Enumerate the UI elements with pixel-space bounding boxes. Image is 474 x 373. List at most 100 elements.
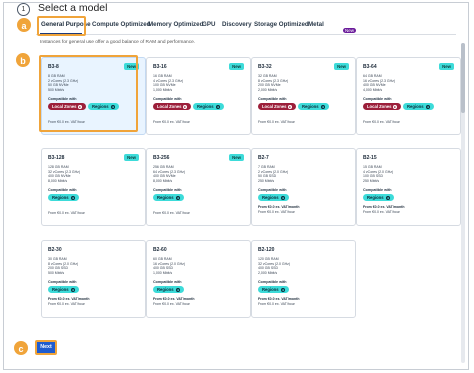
regions-tag[interactable]: Regions? xyxy=(258,286,289,293)
tab-memory-optimized[interactable]: Memory Optimized xyxy=(148,21,203,28)
model-name: B2-30 xyxy=(48,247,62,253)
local-zones-tag[interactable]: Local Zones? xyxy=(363,103,402,110)
model-name: B3-256 xyxy=(153,155,170,161)
model-card-b2-15[interactable]: B2-15 15 GB RAM 4 vCores (2.0 GHz) 100 GB S… xyxy=(356,148,461,226)
compatible-with-label: Compatible with xyxy=(258,188,287,192)
spec-line: 4,000 Mbit/s xyxy=(363,87,383,92)
model-name: B2-7 xyxy=(258,155,269,161)
regions-tag-label: Regions xyxy=(157,195,174,200)
model-price-hourly: From €0.0 ex. VAT/hour xyxy=(258,302,295,306)
model-price: From €0.0 ex. VAT/hour xyxy=(153,211,190,215)
new-badge: New xyxy=(124,154,139,161)
regions-tag-label: Regions xyxy=(367,195,384,200)
model-specs: 64 GB RAM 16 vCores (2.3 GHz) 400 GB NVMe 4… xyxy=(363,74,395,92)
model-name: B3-32 xyxy=(258,64,272,70)
model-card-b3-64[interactable]: B3-64 New 64 GB RAM 16 vCores (2.3 GHz) 400 … xyxy=(356,57,461,135)
help-icon[interactable]: ? xyxy=(175,195,180,200)
model-price-hourly: From €0.0 ex. VAT/hour xyxy=(363,210,400,214)
regions-tag-label: Regions xyxy=(52,195,69,200)
regions-tag[interactable]: Regions? xyxy=(193,103,224,110)
regions-tag-label: Regions xyxy=(262,195,279,200)
help-icon[interactable]: ? xyxy=(393,104,398,109)
local-zones-tag[interactable]: Local Zones? xyxy=(153,103,192,110)
spec-line: 8,000 Mbit/s xyxy=(153,178,173,183)
tab-metal[interactable]: Metal xyxy=(308,21,324,28)
local-zones-tag[interactable]: Local Zones? xyxy=(258,103,297,110)
page-title: Select a model xyxy=(38,2,108,14)
help-icon[interactable]: ? xyxy=(280,287,285,292)
next-button[interactable]: Next xyxy=(37,342,55,353)
model-card-b3-128[interactable]: B3-128 New 128 GB RAM 32 vCores (2.3 GHz) 40… xyxy=(41,148,146,226)
regions-tag-label: Regions xyxy=(262,287,279,292)
compatible-with-label: Compatible with xyxy=(363,188,392,192)
regions-tag[interactable]: Regions? xyxy=(403,103,434,110)
compatible-with-label: Compatible with xyxy=(153,97,182,101)
model-card-b3-16[interactable]: B3-16 New 16 GB RAM 4 vCores (2.3 GHz) 100 G… xyxy=(146,57,251,135)
scrollbar-thumb[interactable] xyxy=(461,43,465,113)
spec-line: 250 Mbit/s xyxy=(363,178,380,183)
spec-line: 1,000 Mbit/s xyxy=(153,87,173,92)
help-icon[interactable]: ? xyxy=(320,104,325,109)
new-badge: New xyxy=(229,154,244,161)
help-icon[interactable]: ? xyxy=(425,104,430,109)
tab-storage-optimized[interactable]: Storage Optimized xyxy=(254,21,309,28)
model-specs: 7 GB RAM 2 vCores (2.0 GHz) 50 GB SSD 250 M… xyxy=(258,165,288,183)
model-price-hourly: From €0.0 ex. VAT/hour xyxy=(258,210,295,214)
tab-gpu[interactable]: GPU xyxy=(202,21,215,28)
model-price: From €0.0 ex. VAT/hour xyxy=(153,120,190,124)
model-price: From €0.0 ex. VAT/month xyxy=(258,297,300,301)
regions-tag[interactable]: Regions? xyxy=(48,286,79,293)
model-name: B2-15 xyxy=(363,155,377,161)
regions-tag-label: Regions xyxy=(52,287,69,292)
regions-tag[interactable]: Regions? xyxy=(153,194,184,201)
help-icon[interactable]: ? xyxy=(70,195,75,200)
model-card-b2-60[interactable]: B2-60 60 GB RAM 16 vCores (2.0 GHz) 400 GB … xyxy=(146,240,251,318)
regions-tag[interactable]: Regions? xyxy=(48,194,79,201)
regions-tag[interactable]: Regions? xyxy=(298,103,329,110)
model-price: From €0.0 ex. VAT/month xyxy=(258,205,300,209)
model-specs: 256 GB RAM 64 vCores (2.3 GHz) 400 GB NVMe… xyxy=(153,165,185,183)
help-icon[interactable]: ? xyxy=(385,195,390,200)
spec-line: 1,000 Mbit/s xyxy=(153,270,173,275)
regions-tag[interactable]: Regions? xyxy=(258,194,289,201)
help-icon[interactable]: ? xyxy=(175,287,180,292)
callout-b: b xyxy=(15,52,31,68)
model-name: B3-16 xyxy=(153,64,167,70)
model-price: From €0.0 ex. VAT/hour xyxy=(363,120,400,124)
compatible-with-label: Compatible with xyxy=(258,280,287,284)
local-zones-tag-label: Local Zones xyxy=(367,104,392,109)
tab-compute-optimized[interactable]: Compute Optimized xyxy=(92,21,150,28)
regions-tag-label: Regions xyxy=(157,287,174,292)
model-card-b3-256[interactable]: B3-256 New 256 GB RAM 64 vCores (2.3 GHz) 40… xyxy=(146,148,251,226)
help-icon[interactable]: ? xyxy=(280,195,285,200)
regions-tag[interactable]: Regions? xyxy=(153,286,184,293)
callout-c: c xyxy=(13,340,29,356)
model-price: From €0.0 ex. VAT/hour xyxy=(258,120,295,124)
regions-tag-label: Regions xyxy=(302,104,319,109)
callout-b-highlight xyxy=(39,55,138,132)
compatible-with-label: Compatible with xyxy=(48,280,77,284)
help-icon[interactable]: ? xyxy=(183,104,188,109)
model-specs: 128 GB RAM 32 vCores (2.3 GHz) 400 GB NVMe… xyxy=(48,165,80,183)
compatible-with-label: Compatible with xyxy=(258,97,287,101)
model-card-b2-7[interactable]: B2-7 7 GB RAM 2 vCores (2.0 GHz) 50 GB SSD 2… xyxy=(251,148,356,226)
help-icon[interactable]: ? xyxy=(70,287,75,292)
model-price: From €0.0 ex. VAT/month xyxy=(48,297,90,301)
scrollbar[interactable] xyxy=(461,43,465,363)
regions-tag[interactable]: Regions? xyxy=(363,194,394,201)
help-icon[interactable]: ? xyxy=(215,104,220,109)
tab-discovery[interactable]: Discovery xyxy=(222,21,252,28)
spec-line: 8,000 Mbit/s xyxy=(48,178,68,183)
model-specs: 30 GB RAM 8 vCores (2.0 GHz) 200 GB SSD 500… xyxy=(48,257,78,275)
model-card-b3-32[interactable]: B3-32 New 32 GB RAM 8 vCores (2.3 GHz) 200 G… xyxy=(251,57,356,135)
compatible-with-label: Compatible with xyxy=(153,280,182,284)
model-card-b2-120[interactable]: B2-120 120 GB RAM 32 vCores (2.0 GHz) 400 G… xyxy=(251,240,356,318)
help-icon[interactable]: ? xyxy=(288,104,293,109)
category-description: Instances for general use offer a good b… xyxy=(40,40,196,45)
model-specs: 120 GB RAM 32 vCores (2.0 GHz) 400 GB SSD 2… xyxy=(258,257,290,275)
regions-tag-label: Regions xyxy=(197,104,214,109)
local-zones-tag-label: Local Zones xyxy=(157,104,182,109)
model-card-b2-30[interactable]: B2-30 30 GB RAM 8 vCores (2.0 GHz) 200 GB S… xyxy=(41,240,146,318)
local-zones-tag-label: Local Zones xyxy=(262,104,287,109)
model-name: B3-128 xyxy=(48,155,65,161)
